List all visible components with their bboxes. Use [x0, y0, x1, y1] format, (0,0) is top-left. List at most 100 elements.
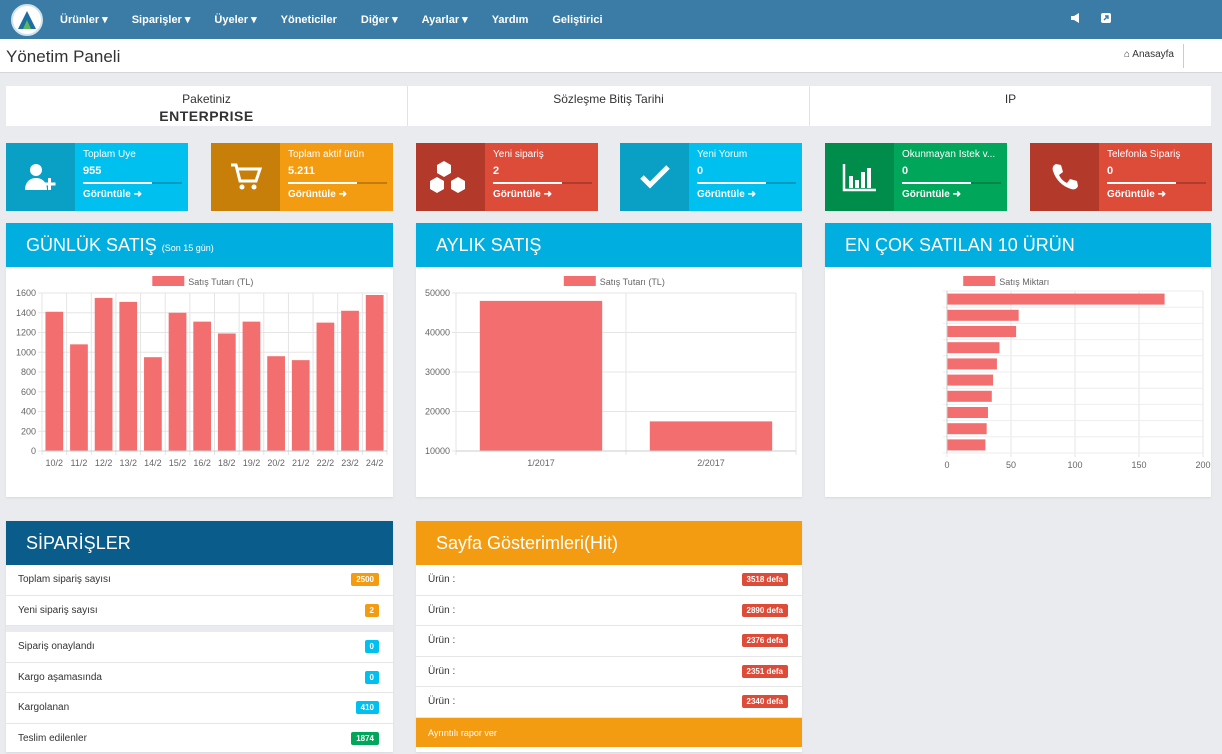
hit-count-badge: 2340 defa [742, 695, 788, 708]
package-info: Paketiniz ENTERPRISE [6, 86, 408, 126]
detailed-report-link[interactable]: Ayrıntılı rapor ver [416, 718, 802, 747]
x-tick-label: 18/2 [218, 458, 236, 468]
stat-view-link[interactable]: Görüntüle ➜ [1107, 189, 1166, 200]
hit-row[interactable]: Ürün :3518 defa [416, 565, 802, 596]
stat-view-link[interactable]: Görüntüle ➜ [288, 189, 347, 200]
stat-view-link[interactable]: Görüntüle ➜ [902, 189, 961, 200]
order-row[interactable]: Kargo aşamasında 0 [6, 663, 393, 694]
x-tick-label: 20/2 [267, 458, 285, 468]
x-tick-label: 2/2017 [697, 458, 725, 468]
stat-box: Toplam Uye 955 Görüntüle ➜ [6, 143, 188, 211]
bar [947, 407, 988, 418]
top-products-chart: Satış Miktarı050100150200 [825, 267, 1211, 497]
order-row[interactable]: Sipariş onaylandı0 [6, 632, 393, 663]
check-icon [620, 143, 689, 211]
order-row[interactable]: Teslim edilenler1874 [6, 724, 393, 754]
home-breadcrumb[interactable]: ⌂ Anasayfa [1124, 49, 1174, 60]
bar [341, 311, 359, 451]
bar [947, 358, 997, 369]
logo-icon [16, 9, 38, 31]
contract-info: Sözleşme Bitiş Tarihi [408, 86, 810, 126]
order-row[interactable]: Kargolanan410 [6, 693, 393, 724]
stat-label: Toplam Uye [83, 149, 188, 160]
arrow-circle-icon: ➜ [339, 189, 347, 200]
top-products-title: EN ÇOK SATILAN 10 ÜRÜN [845, 235, 1075, 255]
legend-swatch [963, 276, 995, 286]
bar [243, 322, 261, 451]
daily-sales-header: GÜNLÜK SATIŞ (Son 15 gün) [6, 223, 393, 267]
y-tick-label: 1000 [16, 347, 36, 357]
monthly-sales-panel: AYLIK SATIŞ Satış Tutarı (TL)10000200003… [416, 223, 802, 497]
orders-header: SİPARİŞLER [6, 521, 393, 565]
stat-body: Yeni Yorum0Görüntüle ➜ [689, 143, 802, 211]
legend-label: Satış Tutarı (TL) [188, 277, 253, 287]
nav-menu-item[interactable]: Üyeler ▾ [202, 13, 268, 26]
order-label: Teslim edilenler [18, 733, 87, 744]
stat-label: Yeni Yorum [697, 149, 802, 160]
hit-row[interactable]: Ürün :2376 defa [416, 626, 802, 657]
hit-row[interactable]: Ürün : 2340 defa [416, 687, 802, 718]
nav-menu-item[interactable]: Ürünler ▾ [48, 13, 120, 26]
view-link-label: Görüntüle [493, 189, 541, 200]
order-row[interactable]: Yeni sipariş sayısı2 [6, 596, 393, 627]
top-products-header: EN ÇOK SATILAN 10 ÜRÜN [825, 223, 1211, 267]
stat-progress [1107, 182, 1206, 184]
y-tick-label: 0 [31, 446, 36, 456]
daily-sales-chart: Satış Tutarı (TL)02004006008001000120014… [6, 267, 393, 497]
stat-view-link[interactable]: Görüntüle ➜ [493, 189, 552, 200]
nav-menu-item[interactable]: Yöneticiler [269, 14, 349, 26]
brand-logo[interactable] [11, 4, 43, 36]
view-link-label: Görüntüle [697, 189, 745, 200]
stat-view-link[interactable]: Görüntüle ➜ [697, 189, 756, 200]
bar [947, 310, 1019, 321]
hit-label: Ürün : [428, 666, 455, 677]
megaphone-icon[interactable] [1070, 12, 1082, 27]
arrow-circle-icon: ➜ [1158, 189, 1166, 200]
x-tick-label: 50 [1006, 460, 1016, 470]
order-label: Kargo aşamasında [18, 672, 102, 683]
nav-menu-item[interactable]: Ayarlar ▾ [410, 13, 480, 26]
hit-row[interactable]: Ürün :2890 defa [416, 596, 802, 627]
ip-info: IP [810, 86, 1211, 126]
order-count-badge: 0 [365, 671, 379, 684]
arrow-circle-icon: ➜ [544, 189, 552, 200]
y-tick-label: 40000 [425, 328, 450, 338]
nav-menu-item[interactable]: Siparişler ▾ [120, 13, 203, 26]
nav-menu-item[interactable]: Diğer ▾ [349, 13, 410, 26]
arrow-circle-icon: ➜ [748, 189, 756, 200]
home-label: Anasayfa [1132, 49, 1174, 60]
hit-label: Ürün : [428, 696, 455, 707]
bar [947, 326, 1016, 337]
external-link-icon[interactable] [1100, 12, 1112, 27]
stat-body: Okunmayan İstek v...0Görüntüle ➜ [894, 143, 1007, 211]
nav-menu-item[interactable]: Yardım [480, 14, 541, 26]
hit-label: Ürün : [428, 635, 455, 646]
order-count-badge: 2500 [351, 573, 379, 586]
stat-value: 955 [83, 165, 188, 177]
order-row[interactable]: Toplam sipariş sayısı2500 [6, 565, 393, 596]
page-hits-title: Sayfa Gösterimleri(Hit) [436, 533, 618, 553]
hit-row[interactable]: Ürün :2351 defa [416, 657, 802, 688]
orders-title: SİPARİŞLER [26, 533, 131, 553]
contract-label: Sözleşme Bitiş Tarihi [553, 92, 663, 106]
page-hits-header: Sayfa Gösterimleri(Hit) [416, 521, 802, 565]
order-label: Kargolanan [18, 702, 69, 713]
page-title: Yönetim Paneli [6, 47, 120, 67]
y-tick-label: 1600 [16, 288, 36, 298]
y-tick-label: 800 [21, 367, 36, 377]
bar [480, 301, 602, 451]
x-tick-label: 21/2 [292, 458, 310, 468]
bar [317, 323, 335, 451]
x-tick-label: 11/2 [71, 458, 88, 468]
view-link-label: Görüntüle [288, 189, 336, 200]
view-link-label: Görüntüle [83, 189, 131, 200]
cubes-icon [416, 143, 485, 211]
order-count-badge: 0 [365, 640, 379, 653]
arrow-circle-icon: ➜ [134, 189, 142, 200]
stat-progress [902, 182, 1001, 184]
stat-value: 5.211 [288, 165, 393, 177]
nav-menu-item[interactable]: Geliştirici [540, 14, 614, 26]
legend-label: Satış Tutarı (TL) [600, 277, 665, 287]
stat-view-link[interactable]: Görüntüle ➜ [83, 189, 142, 200]
stat-body: Toplam aktif ürün5.211Görüntüle ➜ [280, 143, 393, 211]
